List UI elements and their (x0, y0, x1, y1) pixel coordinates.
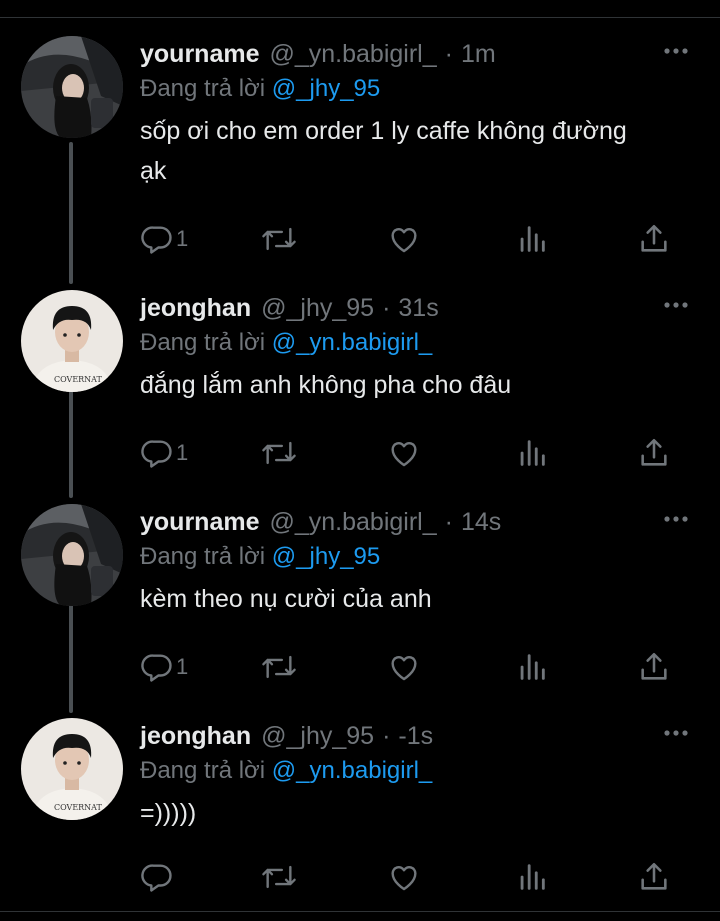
views-icon (520, 440, 545, 466)
tweet-text: đắng lắm anh không pha cho đâu (140, 371, 512, 399)
reply-count: 1 (176, 440, 189, 465)
share-button[interactable] (637, 435, 671, 471)
more-icon[interactable] (662, 507, 690, 531)
action-bar: 1 (140, 435, 700, 471)
replying-to: Đang trả lời @_jhy_95 (140, 540, 700, 574)
like-button[interactable] (387, 649, 421, 685)
reply-icon (141, 864, 172, 892)
replying-to-handle[interactable]: @_yn.babigirl_ (272, 329, 432, 356)
share-icon (641, 652, 667, 680)
timestamp[interactable]: 31s (398, 294, 438, 323)
retweet-button[interactable] (260, 221, 298, 257)
avatar-photo-icon: COVERNAT (21, 718, 123, 820)
username[interactable]: @_jhy_95 (261, 294, 374, 323)
replying-to-label: Đang trả lời (140, 757, 266, 784)
separator-dot: · (444, 507, 453, 536)
avatar[interactable] (21, 36, 123, 138)
views-button[interactable] (515, 221, 549, 257)
share-button[interactable] (637, 859, 671, 895)
share-icon (641, 224, 667, 252)
views-icon (520, 226, 545, 252)
reply-button[interactable]: 1 (140, 649, 188, 685)
more-icon[interactable] (662, 721, 690, 745)
replying-to-label: Đang trả lời (140, 543, 266, 570)
retweet-icon (262, 441, 296, 465)
separator-dot: · (382, 721, 391, 750)
like-button[interactable] (387, 435, 421, 471)
timestamp[interactable]: -1s (398, 722, 433, 751)
views-button[interactable] (515, 859, 549, 895)
reply-icon (141, 440, 172, 468)
action-bar: 1 (140, 221, 700, 257)
separator-dot: · (444, 39, 453, 68)
retweet-icon (262, 227, 296, 251)
separator-dot: · (382, 293, 391, 322)
display-name[interactable]: yourname (140, 40, 259, 69)
display-name[interactable]: jeonghan (140, 294, 251, 323)
top-divider (0, 17, 720, 18)
like-button[interactable] (387, 221, 421, 257)
thread-connector (69, 376, 73, 498)
reply-count: 1 (176, 654, 189, 679)
thread-connector (69, 142, 73, 284)
replying-to-handle[interactable]: @_jhy_95 (272, 75, 380, 102)
replying-to: Đang trả lời @_jhy_95 (140, 72, 700, 106)
tweet-text: =))))) (140, 799, 197, 827)
svg-text:COVERNAT: COVERNAT (54, 375, 103, 384)
retweet-button[interactable] (260, 649, 298, 685)
reply-icon (141, 654, 172, 682)
views-button[interactable] (515, 649, 549, 685)
action-bar: 1 (140, 649, 700, 685)
retweet-button[interactable] (260, 435, 298, 471)
reply-count: 1 (176, 226, 189, 251)
retweet-button[interactable] (260, 859, 298, 895)
share-button[interactable] (637, 221, 671, 257)
like-button[interactable] (387, 859, 421, 895)
retweet-icon (262, 655, 296, 679)
bottom-divider (0, 911, 720, 912)
replying-to-label: Đang trả lời (140, 75, 266, 102)
display-name[interactable]: yourname (140, 508, 259, 537)
avatar[interactable] (21, 504, 123, 606)
replying-to: Đang trả lời @_yn.babigirl_ (140, 326, 700, 360)
avatar[interactable]: COVERNAT (21, 718, 123, 820)
svg-text:COVERNAT: COVERNAT (54, 803, 103, 812)
timestamp[interactable]: 1m (461, 40, 496, 69)
timestamp[interactable]: 14s (461, 508, 501, 537)
like-icon (391, 442, 417, 467)
action-bar (140, 859, 700, 895)
share-button[interactable] (637, 649, 671, 685)
views-icon (520, 654, 545, 680)
replying-to-handle[interactable]: @_jhy_95 (272, 543, 380, 570)
tweet-text: kèm theo nụ cười của anh (140, 585, 432, 613)
replying-to-label: Đang trả lời (140, 329, 266, 356)
views-button[interactable] (515, 435, 549, 471)
retweet-icon (262, 865, 296, 889)
tweet-text: sốp ơi cho em order 1 ly caffe không đườ… (140, 117, 627, 185)
username[interactable]: @_yn.babigirl_ (269, 40, 436, 69)
like-icon (391, 866, 417, 891)
share-icon (641, 438, 667, 466)
reply-button[interactable] (140, 859, 176, 895)
avatar[interactable]: COVERNAT (21, 290, 123, 392)
username[interactable]: @_yn.babigirl_ (269, 508, 436, 537)
share-icon (641, 862, 667, 890)
more-icon[interactable] (662, 39, 690, 63)
avatar-photo-icon (21, 504, 123, 606)
avatar-photo-icon: COVERNAT (21, 290, 123, 392)
more-icon[interactable] (662, 293, 690, 317)
username[interactable]: @_jhy_95 (261, 722, 374, 751)
reply-button[interactable]: 1 (140, 435, 188, 471)
reply-icon (141, 226, 172, 254)
display-name[interactable]: jeonghan (140, 722, 251, 751)
replying-to-handle[interactable]: @_yn.babigirl_ (272, 757, 432, 784)
like-icon (391, 228, 417, 253)
like-icon (391, 656, 417, 681)
replying-to: Đang trả lời @_yn.babigirl_ (140, 754, 700, 788)
reply-button[interactable]: 1 (140, 221, 188, 257)
avatar-photo-icon (21, 36, 123, 138)
views-icon (520, 864, 545, 890)
